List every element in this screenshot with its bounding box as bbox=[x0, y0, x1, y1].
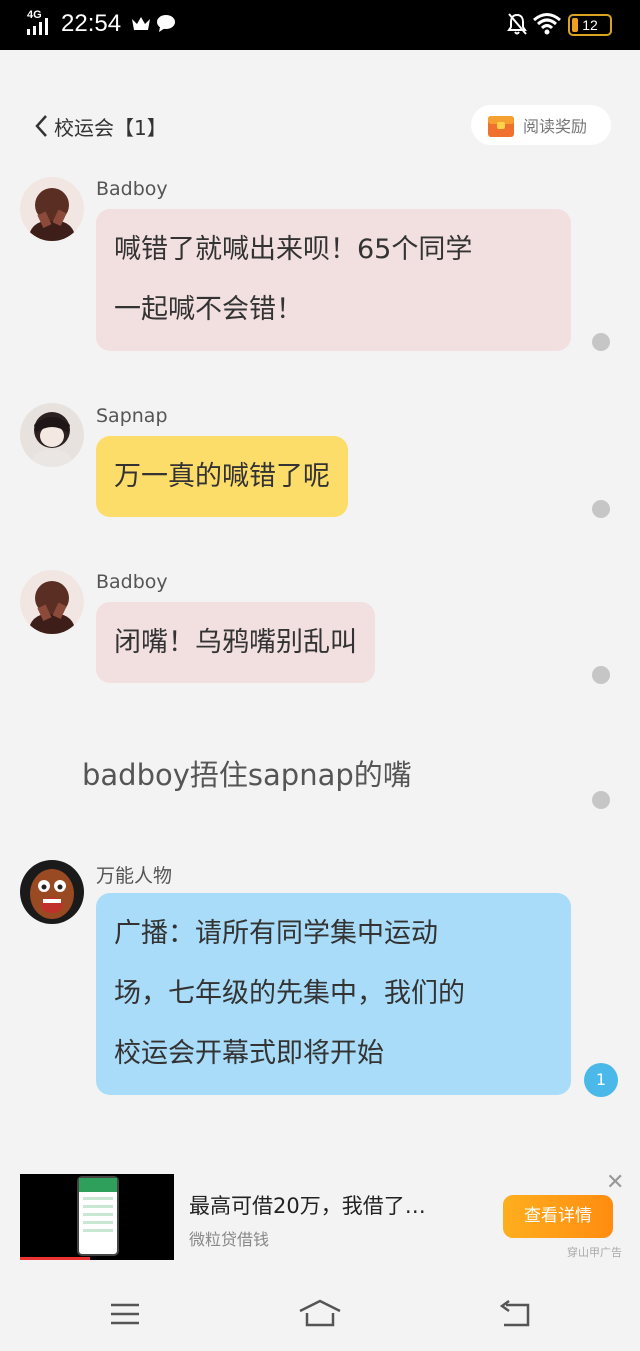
home-icon[interactable] bbox=[297, 1298, 343, 1328]
view-details-button[interactable]: 查看详情 bbox=[503, 1195, 613, 1238]
sender-name: 万能人物 bbox=[96, 865, 173, 887]
sender-name: Badboy bbox=[96, 571, 168, 593]
close-icon[interactable]: ✕ bbox=[606, 1170, 624, 1195]
message-line: 广播：请所有同学集中运动 bbox=[114, 918, 438, 949]
sender-name: Badboy bbox=[96, 178, 168, 200]
message-line: 校运会开幕式即将开始 bbox=[114, 1038, 384, 1069]
read-status-dot bbox=[592, 500, 610, 518]
signal-icon bbox=[27, 18, 48, 35]
ad-thumbnail[interactable] bbox=[20, 1174, 174, 1260]
message-bubble[interactable]: 万一真的喊错了呢 bbox=[96, 436, 348, 517]
message-line: 场，七年级的先集中，我们的 bbox=[114, 978, 465, 1009]
wifi-icon bbox=[533, 13, 561, 35]
read-status-dot bbox=[592, 791, 610, 809]
ad-banner[interactable]: 最高可借20万，我借了… 微粒贷借钱 查看详情 ✕ 穿山甲广告 bbox=[0, 1160, 640, 1270]
ad-source: 微粒贷借钱 bbox=[189, 1230, 270, 1249]
avatar-badboy[interactable] bbox=[20, 570, 84, 634]
battery-level: 12 bbox=[582, 17, 598, 33]
read-status-dot bbox=[592, 666, 610, 684]
narration-text: badboy捂住sapnap的嘴 bbox=[82, 758, 412, 792]
comment-count-badge[interactable]: 1 bbox=[584, 1063, 618, 1097]
message-bubble[interactable]: 喊错了就喊出来呗！65个同学 一起喊不会错！ bbox=[96, 209, 571, 351]
message-line: 闭嘴！乌鸦嘴别乱叫 bbox=[114, 627, 357, 658]
reading-reward-label: 阅读奖励 bbox=[523, 117, 588, 136]
message-line: 喊错了就喊出来呗！65个同学 bbox=[114, 234, 473, 265]
avatar-sapnap[interactable] bbox=[20, 403, 84, 467]
message-bubble[interactable]: 广播：请所有同学集中运动 场，七年级的先集中，我们的 校运会开幕式即将开始 bbox=[96, 893, 571, 1095]
ad-headline[interactable]: 最高可借20万，我借了… bbox=[189, 1190, 426, 1220]
read-status-dot bbox=[592, 333, 610, 351]
navigation-bar bbox=[0, 1280, 640, 1351]
bell-off-icon bbox=[507, 13, 527, 35]
reading-reward-button[interactable]: 阅读奖励 bbox=[471, 105, 611, 145]
message-line: 万一真的喊错了呢 bbox=[114, 461, 330, 492]
back-chevron-icon bbox=[35, 115, 47, 137]
avatar-wanneng[interactable] bbox=[20, 860, 84, 924]
message-bubble[interactable]: 闭嘴！乌鸦嘴别乱叫 bbox=[96, 602, 375, 683]
crown-icon bbox=[132, 17, 150, 30]
gift-box-icon bbox=[488, 116, 514, 137]
avatar-badboy[interactable] bbox=[20, 177, 84, 241]
clock: 22:54 bbox=[61, 10, 122, 37]
battery-icon: 12 bbox=[568, 14, 612, 36]
status-bar: 4G 22:54 12 bbox=[0, 0, 640, 50]
message-line: 一起喊不会错！ bbox=[114, 294, 303, 325]
phone-screenshot-icon bbox=[77, 1176, 119, 1256]
page-title: 校运会【1】 bbox=[54, 115, 167, 140]
sender-name: Sapnap bbox=[96, 405, 168, 427]
back-button[interactable]: 校运会【1】 bbox=[34, 110, 167, 142]
back-icon[interactable] bbox=[498, 1300, 532, 1328]
chat-bubble-icon bbox=[157, 15, 175, 32]
ad-tag: 穿山甲广告 bbox=[567, 1246, 622, 1259]
menu-icon[interactable] bbox=[109, 1302, 141, 1326]
